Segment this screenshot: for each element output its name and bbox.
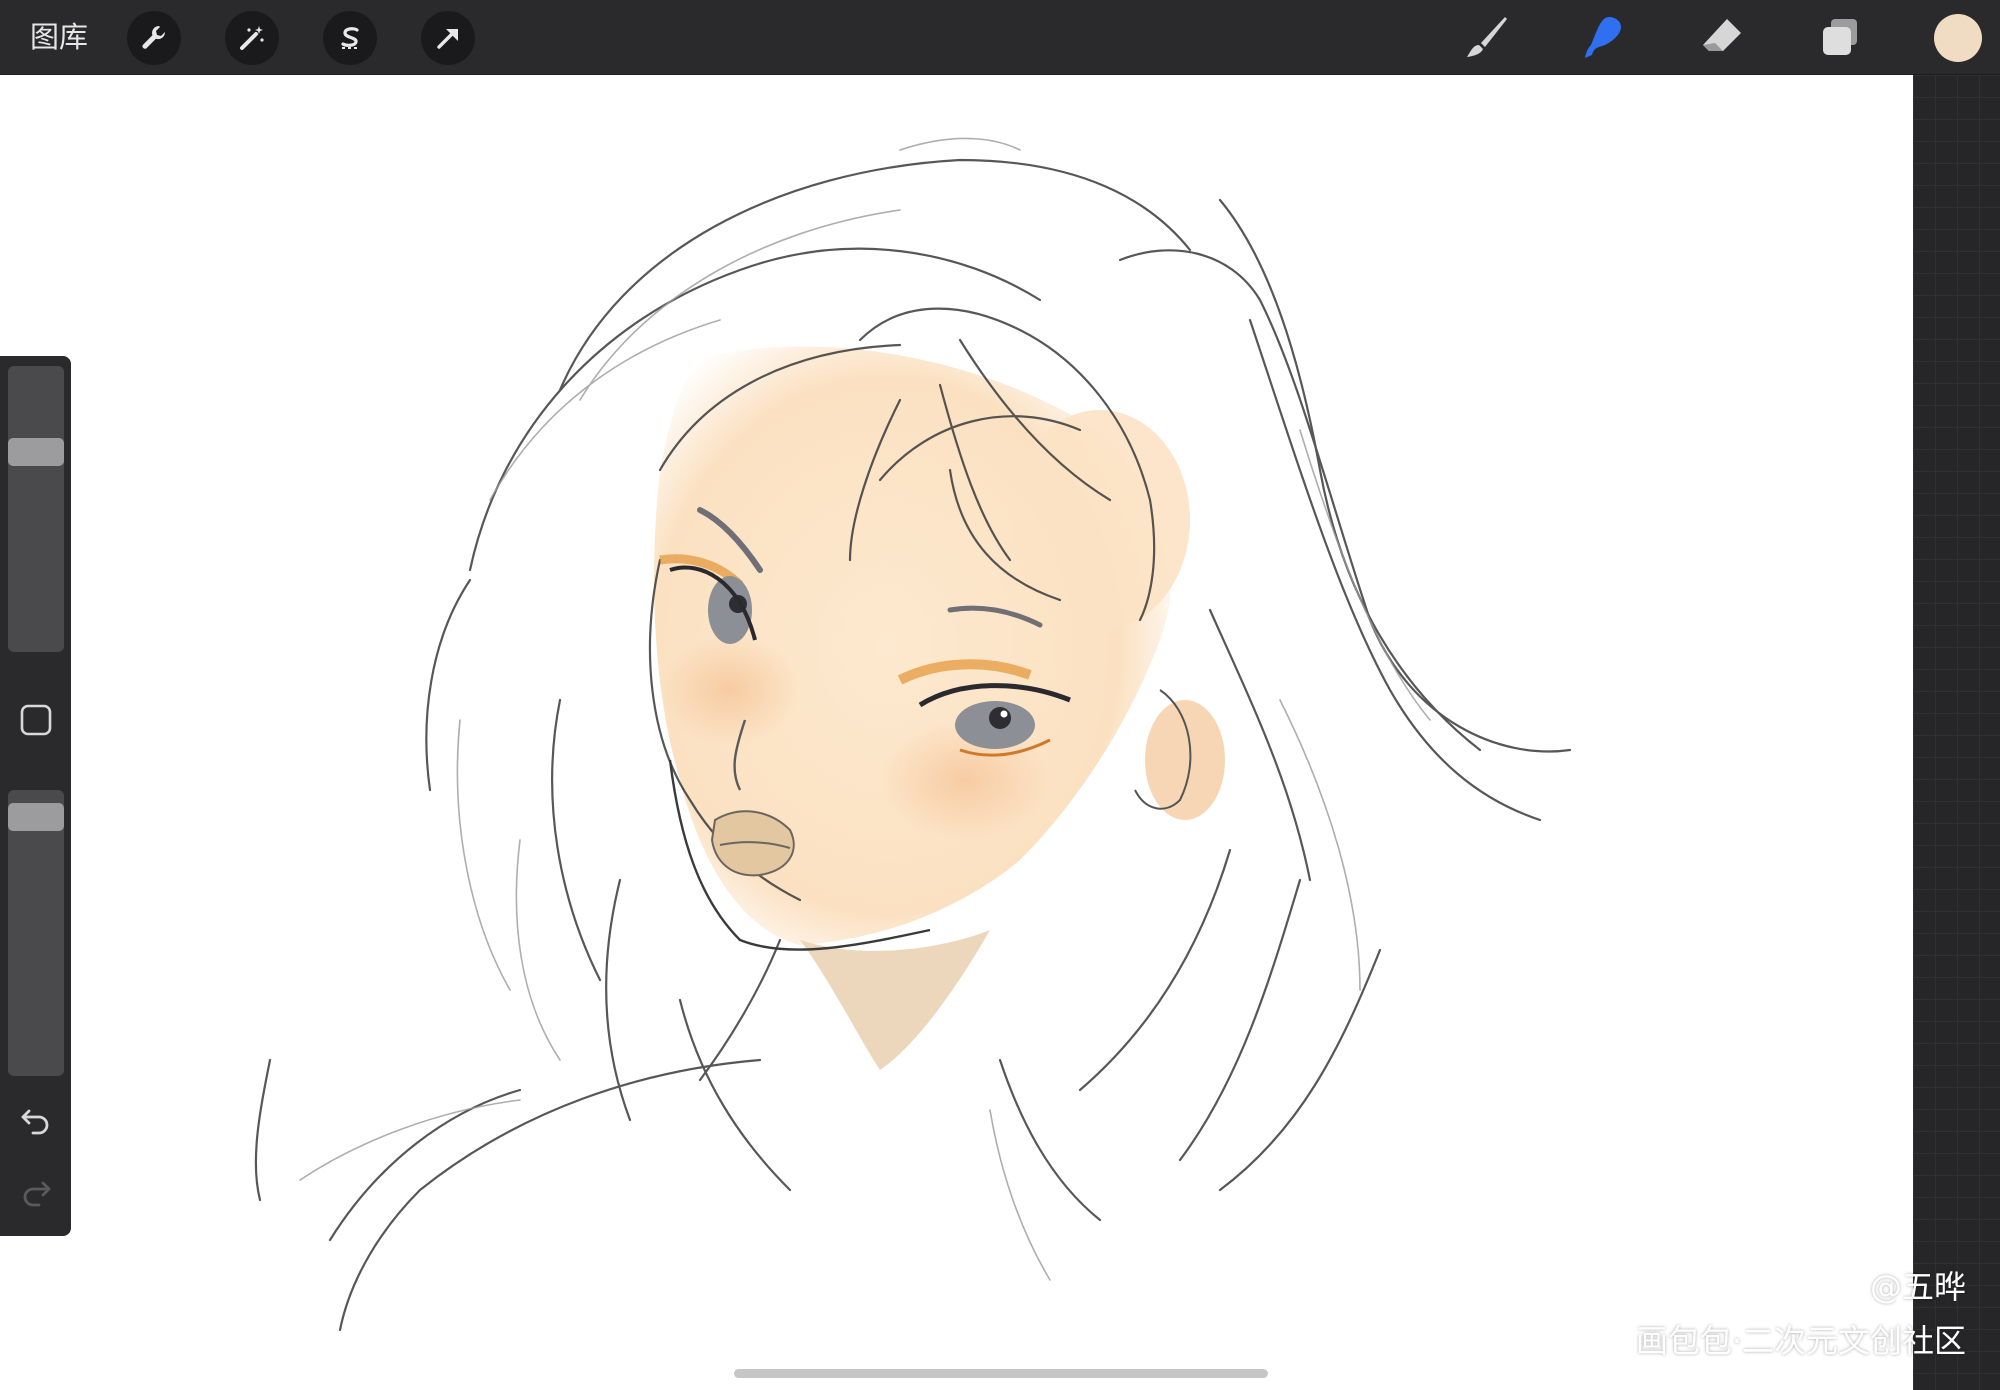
eraser-icon (1703, 19, 1741, 51)
brush-size-slider[interactable] (8, 366, 64, 652)
opacity-slider[interactable] (8, 790, 64, 1076)
redo-button[interactable] (14, 1170, 58, 1214)
smudge-tool-button[interactable] (1578, 12, 1630, 64)
opacity-slider-thumb[interactable] (8, 802, 64, 831)
undo-icon (21, 1109, 49, 1135)
gallery-button[interactable]: 图库 (30, 18, 88, 56)
wrench-icon (142, 26, 166, 49)
adjustments-button[interactable] (225, 11, 279, 65)
left-sidebar (0, 356, 71, 1236)
undo-button[interactable] (14, 1098, 58, 1142)
top-toolbar: 图库 (0, 0, 2000, 75)
transform-button[interactable] (421, 11, 475, 65)
home-indicator[interactable] (734, 1369, 1268, 1378)
watermark-site: 画包包·二次元文创社区 (1635, 1322, 1966, 1360)
move-arrow-icon (437, 29, 458, 49)
eraser-tool-button[interactable] (1696, 12, 1748, 64)
watermark-author: @五晔 (1869, 1268, 1966, 1306)
sketch-artwork (254, 137, 1572, 1332)
redo-icon (23, 1181, 51, 1207)
brush-icon (1467, 17, 1507, 57)
magic-wand-icon (240, 26, 264, 50)
modify-button[interactable] (14, 698, 58, 742)
square-icon (20, 704, 52, 736)
brush-size-slider-thumb[interactable] (8, 438, 64, 467)
selection-button[interactable] (323, 11, 377, 65)
brush-tool-button[interactable] (1460, 12, 1512, 64)
canvas-background-grid (1913, 75, 2000, 1390)
layers-button[interactable] (1814, 12, 1866, 64)
actions-button[interactable] (127, 11, 181, 65)
selection-s-icon (341, 27, 359, 49)
color-picker-button[interactable] (1934, 14, 1982, 62)
smudge-icon (1585, 17, 1621, 58)
layers-icon (1823, 19, 1857, 55)
drawing-canvas[interactable] (0, 75, 1913, 1390)
